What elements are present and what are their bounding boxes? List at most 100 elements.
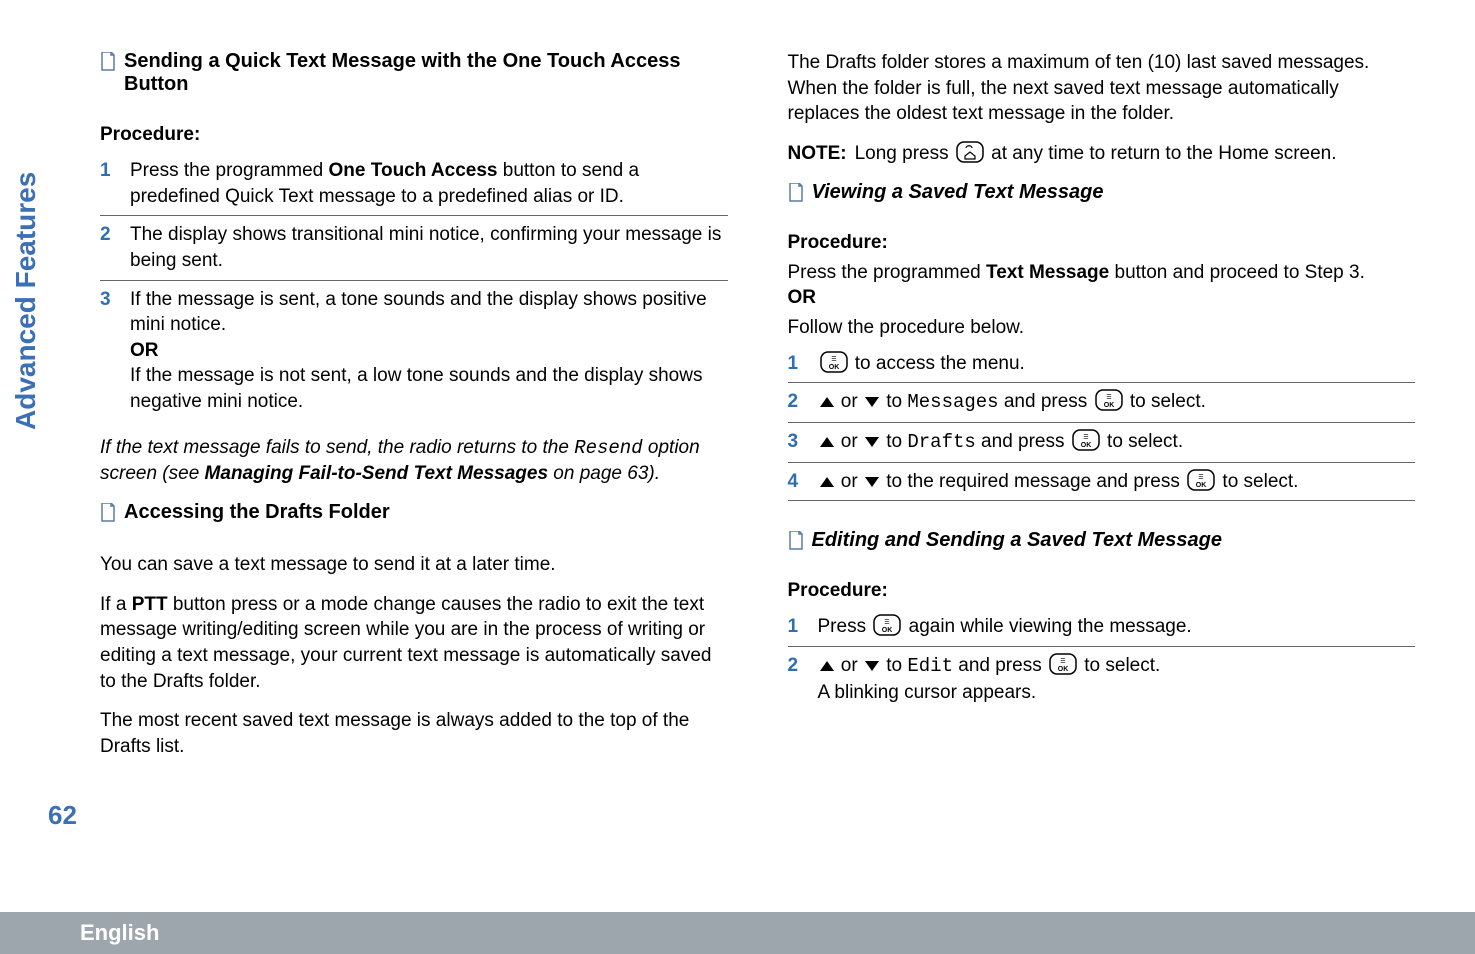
step-text: or to Messages and press ☰OK to select. <box>818 389 1206 416</box>
side-label: Advanced Features <box>10 172 42 430</box>
text: If the message is sent, a tone sounds an… <box>130 289 707 336</box>
drafts-p1: You can save a text message to send it a… <box>100 552 728 578</box>
text: and press <box>999 391 1093 412</box>
page: Advanced Features 62 Sending a Quick Tex… <box>0 0 1475 954</box>
svg-text:☰: ☰ <box>1060 658 1065 665</box>
step-text: or to Edit and press ☰OK to select. A bl… <box>818 653 1161 705</box>
step-text: The display shows transitional mini noti… <box>130 222 728 273</box>
step-number: 3 <box>100 287 118 415</box>
text: and press <box>976 431 1070 452</box>
step-number: 2 <box>100 222 118 273</box>
heading-drafts: Accessing the Drafts Folder <box>100 501 728 538</box>
step: 1 Press ☰OK again while viewing the mess… <box>788 608 1416 647</box>
document-icon <box>100 52 116 110</box>
or-label: OR <box>788 287 1416 309</box>
text: at any time to return to the Home screen… <box>986 143 1337 164</box>
step-number: 2 <box>788 389 806 416</box>
ok-button-icon: ☰OK <box>873 614 901 636</box>
right-column: The Drafts folder stores a maximum of te… <box>788 50 1416 934</box>
ok-button-icon: ☰OK <box>1072 429 1100 451</box>
text: A blinking cursor appears. <box>818 682 1037 703</box>
step-text: Press the programmed One Touch Access bu… <box>130 158 728 209</box>
step-number: 1 <box>788 351 806 377</box>
columns: Sending a Quick Text Message with the On… <box>60 50 1415 934</box>
note: NOTE: Long press at any time to return t… <box>788 141 1416 167</box>
mono-text: Edit <box>907 655 953 677</box>
bold-text: One Touch Access <box>329 160 498 181</box>
text: Press the programmed <box>788 262 987 283</box>
heading-quick-text-label: Sending a Quick Text Message with the On… <box>124 50 728 96</box>
step-text: or to Drafts and press ☰OK to select. <box>818 429 1184 456</box>
step-number: 1 <box>788 614 806 640</box>
step-number: 4 <box>788 469 806 495</box>
procedure-label: Procedure: <box>788 580 1416 602</box>
footer-language: English <box>0 912 1475 954</box>
step-text: If the message is sent, a tone sounds an… <box>130 287 728 415</box>
text: Press the programmed <box>130 160 329 181</box>
text: or <box>836 431 863 452</box>
note-text: Long press at any time to return to the … <box>855 141 1337 167</box>
svg-text:☰: ☰ <box>831 356 836 363</box>
text: to the required message and press <box>881 471 1185 492</box>
drafts-p2: If a PTT button press or a mode change c… <box>100 592 728 695</box>
proc-intro2: Follow the procedure below. <box>788 315 1416 341</box>
step-number: 3 <box>788 429 806 456</box>
text: to select. <box>1217 471 1298 492</box>
svg-text:OK: OK <box>882 627 893 634</box>
text: to <box>881 431 907 452</box>
step-text: or to the required message and press ☰OK… <box>818 469 1299 495</box>
down-arrow-icon <box>865 437 879 447</box>
svg-text:☰: ☰ <box>885 619 890 626</box>
fail-note: If the text message fails to send, the r… <box>100 435 728 487</box>
steps-list-2: 1 ☰OK to access the menu. 2 or to Messag… <box>788 345 1416 502</box>
bold-text: Text Message <box>986 262 1109 283</box>
text: to <box>881 655 907 676</box>
down-arrow-icon <box>865 661 879 671</box>
svg-text:OK: OK <box>1058 666 1069 673</box>
svg-text:OK: OK <box>1081 442 1092 449</box>
svg-text:OK: OK <box>1103 402 1114 409</box>
text: and press <box>953 655 1047 676</box>
step-text: Press ☰OK again while viewing the messag… <box>818 614 1192 640</box>
svg-text:☰: ☰ <box>1198 474 1203 481</box>
document-icon <box>100 503 116 538</box>
svg-text:OK: OK <box>1196 482 1207 489</box>
steps-list-1: 1 Press the programmed One Touch Access … <box>100 152 728 421</box>
up-arrow-icon <box>820 397 834 407</box>
svg-text:☰: ☰ <box>1106 394 1111 401</box>
ok-button-icon: ☰OK <box>820 351 848 373</box>
heading-editing: Editing and Sending a Saved Text Message <box>788 529 1416 566</box>
text: button and proceed to Step 3. <box>1109 262 1365 283</box>
heading-viewing-label: Viewing a Saved Text Message <box>812 181 1104 204</box>
text: If the text message fails to send, the r… <box>100 437 574 458</box>
step: 2 or to Messages and press ☰OK to select… <box>788 383 1416 423</box>
drafts-p3: The most recent saved text message is al… <box>100 708 728 759</box>
up-arrow-icon <box>820 661 834 671</box>
step: 4 or to the required message and press ☰… <box>788 463 1416 502</box>
down-arrow-icon <box>865 397 879 407</box>
down-arrow-icon <box>865 477 879 487</box>
heading-viewing: Viewing a Saved Text Message <box>788 181 1416 218</box>
svg-text:☰: ☰ <box>1083 434 1088 441</box>
bold-text: PTT <box>132 594 168 615</box>
step: 1 Press the programmed One Touch Access … <box>100 152 728 216</box>
bold-italic-text: Managing Fail-to-Send Text Messages <box>205 463 548 484</box>
step-number: 1 <box>100 158 118 209</box>
step: 2 The display shows transitional mini no… <box>100 216 728 280</box>
left-column: Sending a Quick Text Message with the On… <box>60 50 728 934</box>
text: Long press <box>855 143 954 164</box>
text: to select. <box>1125 391 1206 412</box>
drafts-capacity: The Drafts folder stores a maximum of te… <box>788 50 1416 127</box>
text: button press or a mode change causes the… <box>100 594 711 692</box>
text: or <box>836 655 863 676</box>
text: on page 63). <box>548 463 660 484</box>
text: to <box>881 391 907 412</box>
or-label: OR <box>130 340 159 361</box>
step: 3 or to Drafts and press ☰OK to select. <box>788 423 1416 463</box>
step-number: 2 <box>788 653 806 705</box>
svg-text:OK: OK <box>828 364 839 371</box>
text: If the message is not sent, a low tone s… <box>130 365 702 412</box>
mono-text: Resend <box>574 437 642 459</box>
ok-button-icon: ☰OK <box>1049 653 1077 675</box>
document-icon <box>788 531 804 566</box>
